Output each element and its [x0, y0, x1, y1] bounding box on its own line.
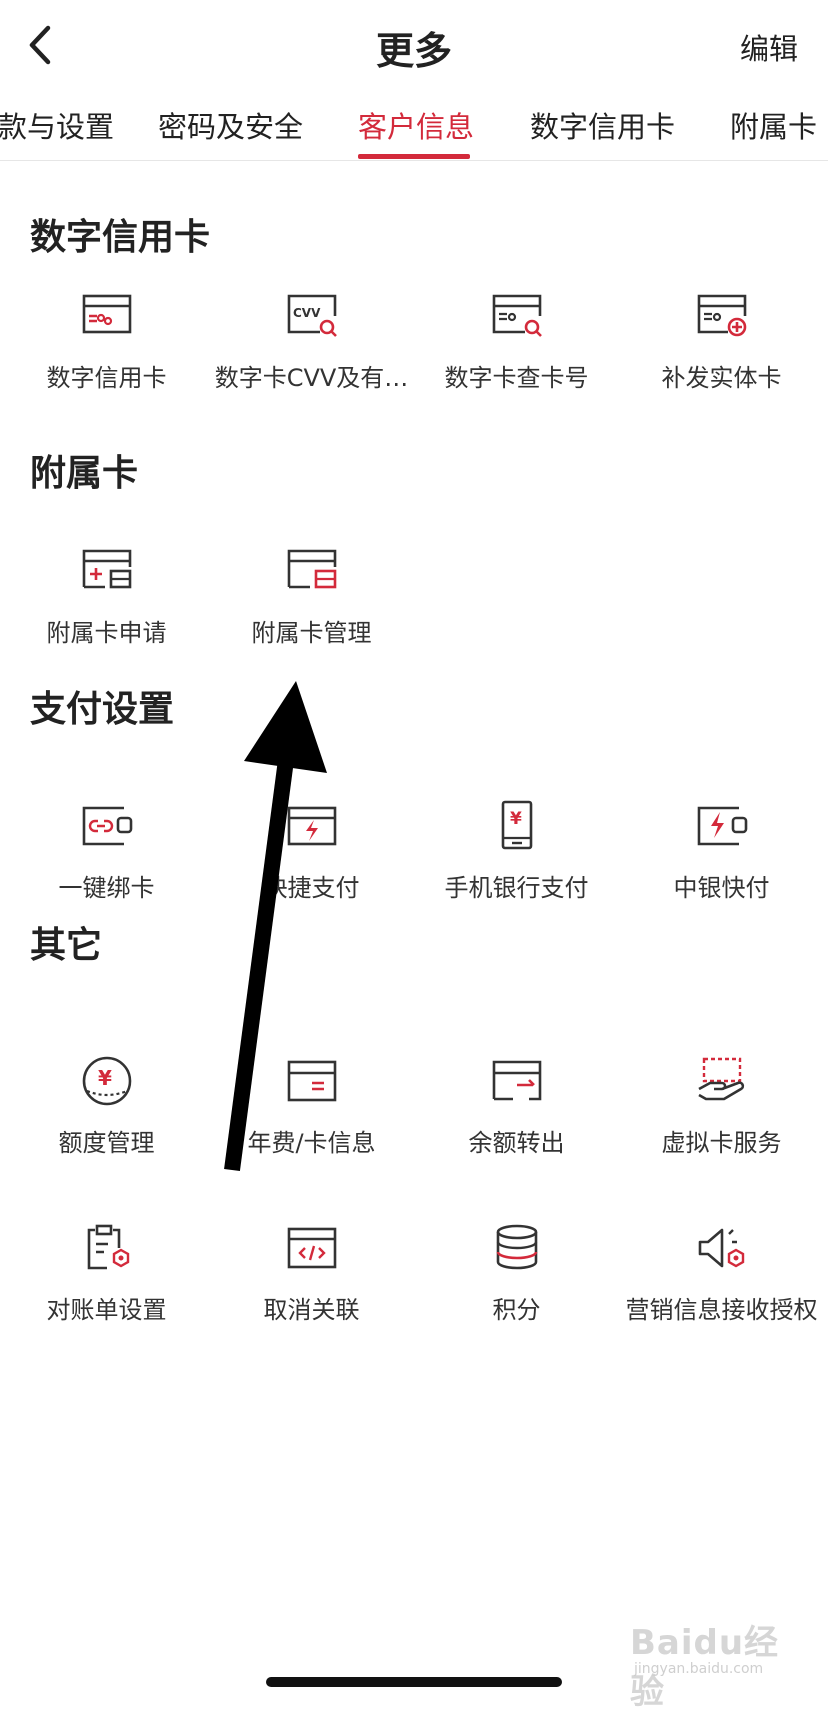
svg-text:¥: ¥ — [98, 1066, 112, 1090]
item-label: 一键绑卡 — [58, 874, 155, 902]
item-balance-transfer[interactable]: 余额转出 — [414, 1055, 619, 1175]
item-statement-settings[interactable]: 对账单设置 — [4, 1222, 209, 1342]
cvv-search-icon: CVV — [287, 294, 337, 337]
active-tab-indicator — [358, 154, 470, 159]
annual-fee-icon — [287, 1060, 336, 1102]
home-indicator[interactable] — [266, 1677, 562, 1687]
page-title: 更多 — [375, 29, 452, 73]
section-title-supplementary-card: 附属卡 — [30, 453, 139, 494]
item-label: 取消关联 — [263, 1296, 360, 1324]
item-label: 余额转出 — [468, 1129, 565, 1157]
item-unlink[interactable]: 取消关联 — [209, 1222, 414, 1342]
item-label: 数字卡查卡号 — [444, 364, 589, 392]
item-label: 快捷支付 — [263, 874, 360, 902]
item-digital-credit-card[interactable]: 数字信用卡 — [4, 290, 209, 410]
item-label: 附属卡管理 — [251, 619, 372, 647]
watermark-url: jingyan.baidu.com — [634, 1661, 764, 1677]
item-cvv-validity[interactable]: CVV 数字卡CVV及有… — [209, 290, 414, 410]
section-title-others: 其它 — [30, 925, 103, 966]
item-reissue-physical-card[interactable]: 补发实体卡 — [619, 290, 824, 410]
section-title-digital-card: 数字信用卡 — [30, 217, 211, 258]
item-supplementary-card-apply[interactable]: 附属卡申请 — [4, 545, 209, 665]
supplementary-manage-icon — [287, 549, 336, 589]
item-label: 额度管理 — [58, 1129, 155, 1157]
item-label: 数字卡CVV及有… — [214, 364, 409, 392]
tab-password-security[interactable]: 密码及安全 — [158, 104, 303, 146]
item-one-click-bind[interactable]: 一键绑卡 — [4, 800, 209, 920]
item-points[interactable]: 积分 — [414, 1222, 619, 1342]
tab-supplementary-card[interactable]: 附属卡 — [730, 104, 817, 146]
card-number-search-icon — [492, 294, 542, 337]
tab-digital-credit-card[interactable]: 数字信用卡 — [530, 104, 675, 146]
balance-transfer-icon — [492, 1060, 541, 1101]
marketing-auth-icon — [698, 1228, 744, 1268]
item-label: 中银快付 — [673, 874, 770, 902]
item-label: 虚拟卡服务 — [661, 1129, 782, 1157]
svg-text:CVV: CVV — [293, 306, 321, 320]
item-label: 年费/卡信息 — [247, 1129, 376, 1157]
item-card-number-lookup[interactable]: 数字卡查卡号 — [414, 290, 619, 410]
item-label: 营销信息接收授权 — [625, 1296, 818, 1324]
points-icon — [496, 1224, 537, 1270]
item-annual-fee-card-info[interactable]: 年费/卡信息 — [209, 1055, 414, 1175]
item-marketing-authorization[interactable]: 营销信息接收授权 — [619, 1222, 824, 1342]
item-label: 手机银行支付 — [444, 874, 589, 902]
item-supplementary-card-manage[interactable]: 附属卡管理 — [209, 545, 414, 665]
category-tab-bar: 款与设置 密码及安全 客户信息 数字信用卡 附属卡 — [0, 92, 828, 161]
digital-card-icon — [82, 294, 131, 334]
supplementary-apply-icon — [82, 549, 131, 589]
item-label: 数字信用卡 — [46, 364, 167, 392]
item-credit-limit[interactable]: ¥ 额度管理 — [4, 1055, 209, 1175]
mobile-bank-pay-icon: ¥ — [501, 800, 532, 850]
statement-settings-icon — [87, 1224, 129, 1270]
item-boc-quick-pay[interactable]: 中银快付 — [619, 800, 824, 920]
virtual-card-icon — [697, 1057, 744, 1101]
edit-button[interactable]: 编辑 — [740, 26, 798, 68]
item-mobile-bank-pay[interactable]: ¥ 手机银行支付 — [414, 800, 619, 920]
item-quick-pay[interactable]: 快捷支付 — [209, 800, 414, 920]
bind-card-icon — [82, 806, 132, 846]
item-label: 附属卡申请 — [46, 619, 167, 647]
credit-limit-icon: ¥ — [82, 1056, 131, 1106]
top-nav-bar: 更多 编辑 — [0, 0, 828, 90]
item-label: 积分 — [492, 1296, 541, 1324]
item-label: 补发实体卡 — [661, 364, 782, 392]
item-virtual-card-service[interactable]: 虚拟卡服务 — [619, 1055, 824, 1175]
baidu-watermark: Baidu经验 jingyan.baidu.com — [630, 1615, 800, 1712]
svg-text:¥: ¥ — [510, 809, 522, 829]
reissue-card-icon — [697, 294, 746, 337]
boc-quick-pay-icon — [697, 806, 747, 846]
tab-customer-info[interactable]: 客户信息 — [358, 104, 474, 146]
item-label: 对账单设置 — [46, 1296, 167, 1324]
quick-pay-icon — [287, 806, 336, 846]
section-title-payment-settings: 支付设置 — [30, 689, 175, 730]
unlink-icon — [287, 1227, 336, 1269]
tab-payment-settings[interactable]: 款与设置 — [0, 104, 114, 146]
